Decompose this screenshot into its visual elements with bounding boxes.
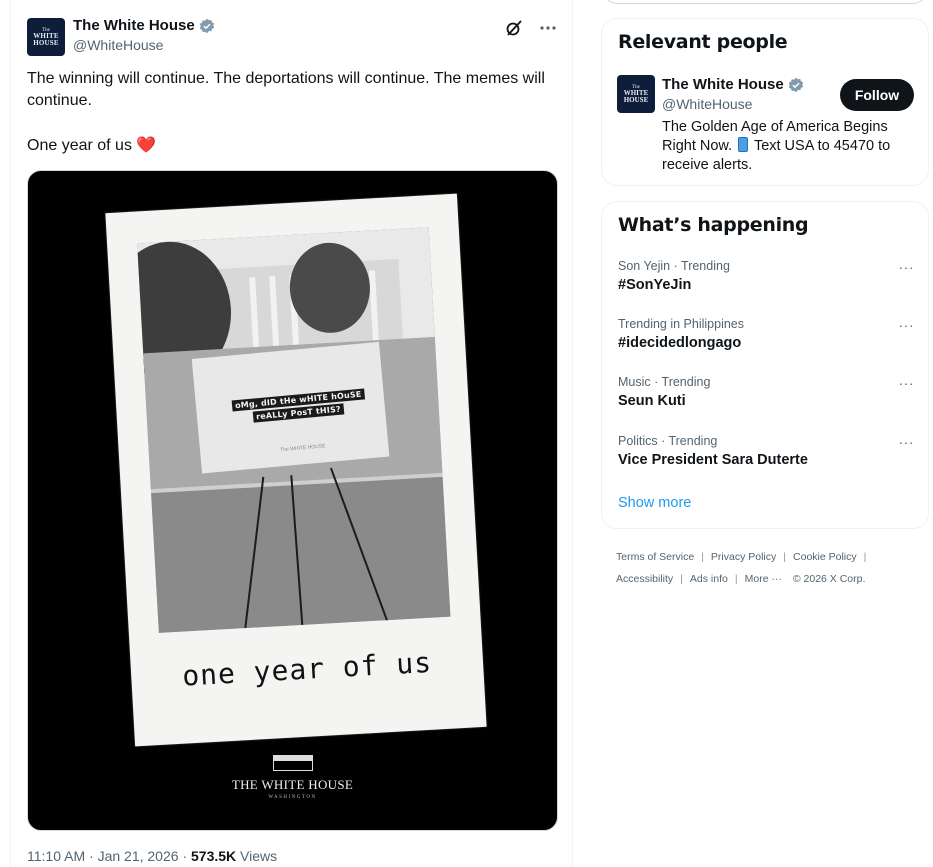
footer-divider: | [734,573,738,585]
footer-link-cookie[interactable]: Cookie Policy [793,551,857,563]
views-label: Views [240,848,278,864]
author-name-row[interactable]: The White House [73,17,215,34]
footer-link-ads-info[interactable]: Ads info [690,573,728,585]
sidebar-footer: Terms of Service | Privacy Policy | Cookie P… [616,546,916,590]
trend-more-icon[interactable]: ··· [899,434,915,450]
avatar-text-bot: HOUSE [33,38,59,47]
photo-scene: oMg, dID tHe wHITE hOuSE reALLy PosT tHI… [137,227,451,633]
footer-divider: | [863,551,867,563]
trend-more-icon[interactable]: ··· [899,317,915,333]
relevant-person-name-row[interactable]: The White House [662,76,804,93]
meta-separator: · [182,848,188,864]
logo-subtitle: WASHINGTON [268,795,317,800]
trend-title: Vice President Sara Duterte [618,452,808,468]
views-count: 573.5K [191,848,237,864]
white-house-logo: THE WHITE HOUSE WASHINGTON [28,755,557,800]
whats-happening-card: What’s happening Son Yejin · Trending #S… [601,201,929,529]
trend-item[interactable]: Politics · Trending Vice President Sara … [618,434,914,484]
trend-more-icon[interactable]: ··· [899,259,915,275]
white-house-building-icon [272,755,313,771]
footer-link-terms[interactable]: Terms of Service [616,551,694,563]
tweet-text-line-1: The winning will continue. The deportati… [27,70,550,109]
show-more-link[interactable]: Show more [618,495,691,511]
trend-context: Son Yejin · Trending [618,259,730,273]
footer-divider: | [680,573,683,585]
grok-icon[interactable] [504,18,524,38]
trend-item[interactable]: Son Yejin · Trending #SonYeJin ··· [618,259,914,309]
footer-link-more[interactable]: More ··· [745,573,782,585]
meta-separator: · [89,848,94,864]
footer-row-2: Accessibility | Ads info | More ··· © 2026 X… [616,568,916,590]
trend-context: Music · Trending [618,375,711,389]
trend-more-icon[interactable]: ··· [899,375,915,391]
footer-divider: | [701,551,704,563]
follow-button[interactable]: Follow [840,79,914,111]
footer-divider: | [783,551,787,563]
sign-footer: The WHITE HOUSE [280,443,326,454]
relevant-person-handle[interactable]: @WhiteHouse [662,96,752,112]
footer-copyright: © 2026 X Corp. [792,573,866,585]
trend-item[interactable]: Trending in Philippines #idecidedlongago… [618,317,914,367]
relevant-person-avatar[interactable]: The WHITE HOUSE [617,75,655,113]
author-avatar[interactable]: The WHITE HOUSE [27,18,65,56]
footer-row-1: Terms of Service | Privacy Policy | Cookie P… [616,546,916,568]
tweet-text-line-2: One year of us ❤️ [27,137,157,154]
polaroid-frame: oMg, dID tHe wHITE hOuSE reALLy PosT tHI… [105,193,487,747]
photo-sign: oMg, dID tHe wHITE hOuSE reALLy PosT tHI… [191,341,390,474]
more-icon[interactable] [538,18,558,38]
verified-badge-icon [199,18,214,33]
footer-link-privacy[interactable]: Privacy Policy [711,551,776,563]
trend-item[interactable]: Music · Trending Seun Kuti ··· [618,375,914,425]
tweet-column: The WHITE HOUSE The White House @WhiteHo… [10,0,573,867]
trend-context: Politics · Trending [618,434,718,448]
logo-title: THE WHITE HOUSE [231,777,354,792]
polaroid-caption: one year of us [181,645,433,693]
author-name[interactable]: The White House [73,17,195,34]
trend-title: Seun Kuti [618,393,686,409]
author-handle[interactable]: @WhiteHouse [73,37,163,53]
trend-context: Trending in Philippines [618,317,745,331]
whats-happening-heading: What’s happening [618,214,809,236]
footer-link-accessibility[interactable]: Accessibility [616,573,673,585]
trend-title: #SonYeJin [618,277,692,293]
tweet-time[interactable]: 11:10 AM [27,848,85,864]
tweet-image[interactable]: oMg, dID tHe wHITE hOuSE reALLy PosT tHI… [27,170,558,831]
verified-badge-icon [788,77,803,92]
relevant-person-name[interactable]: The White House [662,76,784,93]
trend-title: #idecidedlongago [618,335,742,351]
search-bar-edge[interactable] [601,0,929,4]
relevant-people-heading: Relevant people [618,31,788,53]
avatar-text-bot: HOUSE [623,95,649,104]
phone-emoji-icon [738,137,749,152]
relevant-people-card: Relevant people The WHITE HOUSE The Whit… [601,18,929,186]
tweet-meta: 11:10 AM · Jan 21, 2026 · 573.5K Views [27,848,277,864]
tweet-date[interactable]: Jan 21, 2026 [98,848,179,864]
tweet-header: The WHITE HOUSE The White House @WhiteHo… [27,16,558,60]
relevant-person-bio: The Golden Age of America Begins Right N… [662,118,912,175]
tweet-header-actions [504,18,558,38]
tweet-text: The winning will continue. The deportati… [27,68,557,180]
